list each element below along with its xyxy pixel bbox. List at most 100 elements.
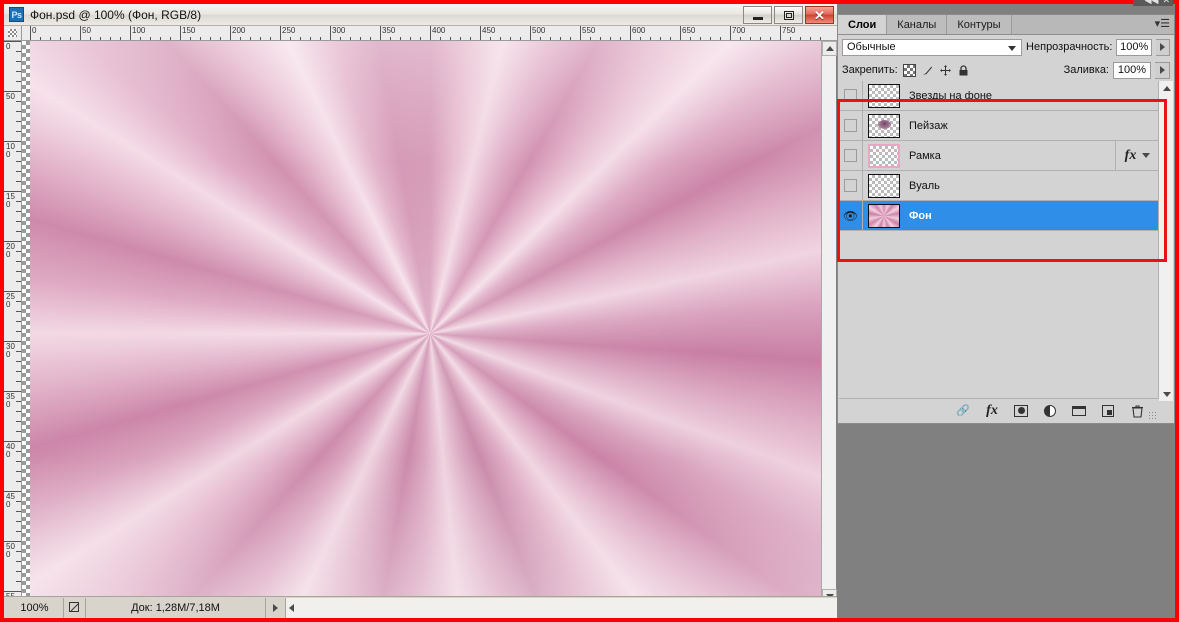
ruler-label: 400 (6, 442, 15, 459)
panel-menu-icon[interactable]: ▾☰ (1155, 18, 1170, 30)
ruler-major-tick (380, 26, 381, 40)
layer-visibility-toggle[interactable] (839, 110, 863, 141)
add-layer-mask-icon[interactable] (1013, 403, 1029, 419)
ruler-minor-tick (16, 301, 21, 302)
delete-layer-icon[interactable] (1129, 403, 1145, 419)
canvas-vertical-scrollbar[interactable] (821, 41, 837, 604)
ruler-minor-tick (16, 161, 21, 162)
ruler-minor-tick (16, 201, 21, 202)
tab-layers[interactable]: Слои (838, 15, 888, 34)
ruler-major-tick (180, 26, 181, 40)
panel-dock-header: ◀◀ ✕ (1133, 0, 1173, 6)
ruler-minor-tick (16, 501, 21, 502)
layer-row[interactable]: 👁 Фон (839, 200, 1159, 231)
layer-thumbnail[interactable] (868, 173, 900, 198)
ruler-minor-tick (16, 511, 21, 512)
lock-transparency-icon[interactable] (902, 63, 916, 77)
layer-effects-indicator[interactable]: fx (1115, 140, 1159, 171)
layer-name: Вуаль (909, 179, 940, 192)
ruler-label: 250 (6, 292, 15, 309)
document-size-info: Док: 1,28M/7,18M (86, 597, 266, 618)
eye-off-icon (844, 179, 857, 192)
mask-shape (1014, 404, 1028, 417)
document-preview-icon[interactable] (64, 597, 86, 618)
layers-scroll-down-button[interactable] (1159, 387, 1174, 401)
layer-thumbnail[interactable] (868, 113, 900, 138)
lock-row: Закрепить: Заливка: 100% (838, 60, 1174, 80)
ruler-minor-tick (16, 561, 21, 562)
lock-position-icon[interactable] (939, 64, 952, 77)
lock-all-icon[interactable] (957, 64, 970, 77)
ruler-minor-tick (16, 71, 21, 72)
layer-row[interactable]: Звезды на фоне (839, 81, 1159, 111)
layer-thumbnail[interactable] (868, 203, 900, 228)
ruler-label: 200 (6, 242, 15, 259)
tab-channels[interactable]: Каналы (887, 15, 948, 34)
scroll-up-button[interactable] (822, 41, 837, 56)
chevron-up-icon (1162, 85, 1171, 91)
layers-list[interactable]: Звезды на фоне Пейзаж Рамка fx Вуаль 👁 Фон (839, 81, 1159, 401)
chevron-up-icon (825, 46, 834, 51)
status-expand-button[interactable] (266, 597, 286, 618)
layer-row[interactable]: Пейзаж (839, 110, 1159, 141)
fill-stepper[interactable] (1155, 61, 1170, 79)
layer-visibility-toggle[interactable] (839, 81, 863, 111)
eye-off-icon (844, 119, 857, 132)
zoom-level-field[interactable]: 100% (6, 597, 64, 618)
document-titlebar[interactable]: Ps Фон.psd @ 100% (Фон, RGB/8) ✕ (4, 4, 837, 26)
new-adjustment-layer-icon[interactable] (1042, 403, 1058, 419)
ruler-label: 350 (6, 392, 15, 409)
layer-visibility-toggle[interactable] (839, 140, 863, 171)
panel-resize-grip[interactable] (1148, 411, 1157, 420)
opacity-field[interactable]: 100% (1116, 38, 1152, 56)
window-controls: ✕ (743, 6, 834, 24)
close-button[interactable]: ✕ (805, 6, 834, 24)
ruler-label: 50 (82, 26, 91, 35)
link-layers-icon[interactable]: 🔗 (955, 403, 971, 419)
collapse-panel-icon[interactable]: ◀◀ (1145, 0, 1159, 5)
ruler-label: 50 (6, 92, 15, 101)
ruler-label: 500 (6, 542, 15, 559)
ruler-label: 100 (132, 26, 146, 35)
ruler-label: 150 (182, 26, 196, 35)
lock-image-icon[interactable] (921, 64, 934, 77)
layers-scrollbar[interactable] (1158, 81, 1173, 401)
new-layer-icon[interactable] (1100, 403, 1116, 419)
eye-off-icon (844, 89, 857, 102)
ruler-major-tick (80, 26, 81, 40)
ruler-major-tick (580, 26, 581, 40)
canvas-image (30, 41, 822, 604)
layer-thumbnail[interactable] (868, 143, 900, 168)
fx-glyph: fx (986, 402, 998, 418)
status-scroll-track[interactable] (286, 597, 837, 618)
ruler-major-tick (680, 26, 681, 40)
tab-paths[interactable]: Контуры (947, 15, 1012, 34)
ruler-major-tick (130, 26, 131, 40)
eye-off-icon (844, 149, 857, 162)
layer-visibility-toggle[interactable] (839, 170, 863, 201)
fill-field[interactable]: 100% (1113, 61, 1151, 79)
ruler-minor-tick (16, 311, 21, 312)
layers-scroll-up-button[interactable] (1159, 81, 1174, 95)
close-panel-icon[interactable]: ✕ (1162, 0, 1170, 5)
layer-style-fx-icon[interactable]: fx (984, 403, 1000, 419)
canvas-area[interactable] (22, 41, 822, 604)
ruler-minor-tick (16, 401, 21, 402)
ruler-label: 0 (32, 26, 37, 35)
minimize-button[interactable] (743, 6, 772, 24)
ruler-minor-tick (16, 361, 21, 362)
chevron-down-icon (1008, 45, 1017, 51)
layer-thumbnail[interactable] (868, 83, 900, 108)
ruler-major-tick (630, 26, 631, 40)
layer-name: Звезды на фоне (909, 89, 993, 102)
opacity-stepper[interactable] (1155, 38, 1170, 56)
blend-mode-select[interactable]: Обычные (842, 38, 1023, 56)
chevron-down-icon[interactable] (1142, 153, 1151, 158)
layer-row[interactable]: Вуаль (839, 170, 1159, 201)
ruler-corner[interactable] (4, 26, 22, 41)
new-group-icon[interactable] (1071, 403, 1087, 419)
layer-visibility-eye-icon[interactable]: 👁 (839, 200, 863, 231)
layer-row[interactable]: Рамка fx (839, 140, 1159, 171)
maximize-button[interactable] (774, 6, 803, 24)
ruler-label: 750 (782, 26, 796, 35)
